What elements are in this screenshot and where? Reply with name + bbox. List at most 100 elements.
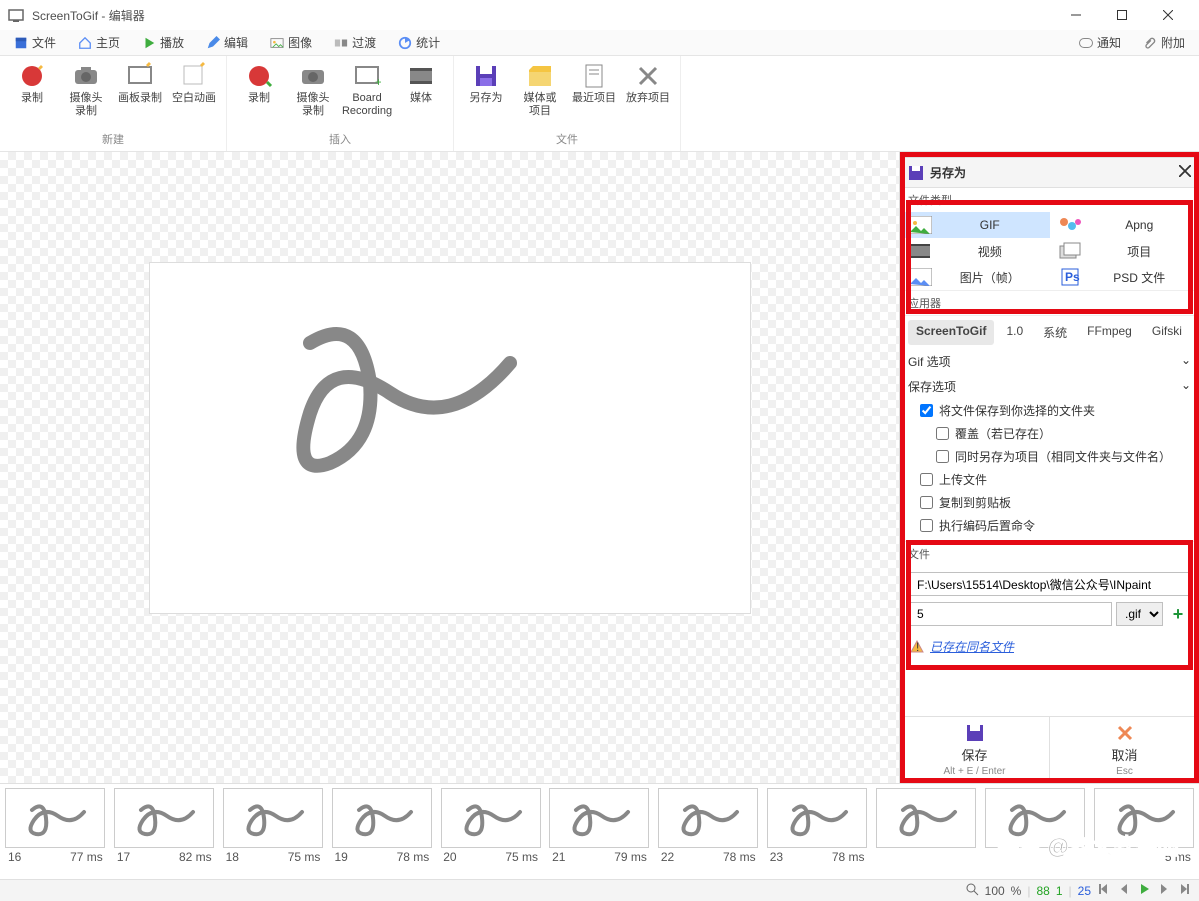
side-bottom: 保存 Alt + E / Enter 取消 Esc [900, 716, 1199, 783]
frame-item[interactable]: 2179 ms [548, 788, 651, 864]
menu-transition[interactable]: 过渡 [324, 32, 386, 53]
frames-cursor: 88 [1036, 884, 1049, 898]
close-button[interactable] [1145, 0, 1191, 30]
menu-attach[interactable]: 附加 [1133, 32, 1195, 53]
frame-item[interactable]: 2378 ms [766, 788, 869, 864]
watermark: 头条 @老大软件园 [997, 829, 1179, 861]
last-icon[interactable] [1177, 882, 1191, 899]
frame-item[interactable]: 1978 ms [330, 788, 433, 864]
filename-input[interactable] [910, 602, 1112, 626]
chk-overwrite[interactable]: 覆盖（若已存在） [900, 422, 1199, 445]
frame-item[interactable]: 2075 ms [439, 788, 542, 864]
frame-item[interactable]: 1782 ms [113, 788, 216, 864]
menu-notify[interactable]: 通知 [1069, 32, 1131, 53]
ribbon-camera-record[interactable]: 摄像头 录制 [60, 60, 112, 120]
ribbon-recent[interactable]: 最近项目 [568, 60, 620, 120]
minimize-button[interactable] [1053, 0, 1099, 30]
save-icon [908, 165, 924, 181]
tab-gifski[interactable]: Gifski [1144, 320, 1190, 345]
frame-item[interactable]: 2278 ms [657, 788, 760, 864]
filetype-apng[interactable]: Apng [1050, 212, 1199, 238]
maximize-button[interactable] [1099, 0, 1145, 30]
filetype-video[interactable]: 视频 [900, 238, 1050, 264]
ribbon-board-record[interactable]: 画板录制 [114, 60, 166, 120]
gif-options[interactable]: Gif 选项⌄ [900, 349, 1199, 374]
warning-icon: ! [910, 640, 924, 654]
frame-item[interactable]: 1875 ms [222, 788, 325, 864]
ribbon-insert-record[interactable]: 录制 [233, 60, 285, 120]
menu-file[interactable]: 文件 [4, 32, 66, 53]
ribbon: 录制 摄像头 录制 画板录制 空白动画 新建 录制 摄像头 录制 +Board … [0, 56, 1199, 152]
ext-select[interactable]: .gif [1116, 602, 1163, 626]
ribbon-discard[interactable]: 放弃项目 [622, 60, 674, 120]
tab-screentogif[interactable]: ScreenToGif [908, 320, 994, 345]
window-title: ScreenToGif - 编辑器 [32, 7, 1053, 24]
path-input[interactable] [910, 572, 1189, 596]
chk-save-project[interactable]: 同时另存为项目（相同文件夹与文件名） [900, 445, 1199, 468]
file-header: 文件 [900, 541, 1199, 566]
encoder-tabs: ScreenToGif 1.0 系统 FFmpeg Gifski [900, 315, 1199, 349]
chk-clipboard[interactable]: 复制到剪贴板 [900, 491, 1199, 514]
ribbon-media-project[interactable]: 媒体或 项目 [514, 60, 566, 120]
ribbon-insert-board[interactable]: +Board Recording [341, 60, 393, 120]
zoom-value: 100 [985, 884, 1005, 898]
menubar: 文件 主页 播放 编辑 图像 过渡 统计 通知 附加 [0, 30, 1199, 56]
titlebar: ScreenToGif - 编辑器 [0, 0, 1199, 30]
cancel-button[interactable]: 取消 Esc [1050, 717, 1199, 783]
chk-postencode[interactable]: 执行编码后置命令 [900, 514, 1199, 537]
filebox: .gif + [900, 566, 1199, 632]
chk-save-folder[interactable]: 将文件保存到你选择的文件夹 [900, 399, 1199, 422]
menu-home[interactable]: 主页 [68, 32, 130, 53]
frame-item[interactable] [875, 788, 978, 850]
ribbon-insert-media[interactable]: 媒体 [395, 60, 447, 120]
frames-sel: 1 [1056, 884, 1063, 898]
filetype-gif[interactable]: GIF [900, 212, 1050, 238]
zoom-icon[interactable] [965, 882, 979, 899]
menu-edit[interactable]: 编辑 [196, 32, 258, 53]
ribbon-group-file: 另存为 媒体或 项目 最近项目 放弃项目 文件 [454, 56, 681, 151]
svg-text:!: ! [916, 640, 919, 654]
statusbar: 100 % | 88 1 | 25 [0, 879, 1199, 901]
ribbon-group-insert: 录制 摄像头 录制 +Board Recording 媒体 插入 [227, 56, 454, 151]
filetype-psd[interactable]: PsPSD 文件 [1050, 264, 1199, 290]
frames-total: 25 [1078, 884, 1091, 898]
apps-header: 应用器 [900, 290, 1199, 315]
warning-exists: ! 已存在同名文件 [900, 632, 1199, 661]
tab-system[interactable]: 系统 [1035, 320, 1075, 345]
zoom-pct: % [1011, 884, 1022, 898]
chevron-down-icon: ⌄ [1181, 378, 1191, 395]
side-panel: ︿ 另存为 文件类型 GIF Apng 视频 项目 图片（帧） PsPSD 文件… [899, 152, 1199, 783]
save-options[interactable]: 保存选项⌄ [900, 374, 1199, 399]
filetype-header: 文件类型 [900, 188, 1199, 212]
canvas-area[interactable] [0, 152, 899, 783]
filetype-grid: GIF Apng 视频 项目 图片（帧） PsPSD 文件 [900, 212, 1199, 290]
tab-10[interactable]: 1.0 [998, 320, 1031, 345]
collapse-icon[interactable]: ︿ [1183, 152, 1193, 157]
menu-image[interactable]: 图像 [260, 32, 322, 53]
save-button[interactable]: 保存 Alt + E / Enter [900, 717, 1049, 783]
ribbon-group-new: 录制 摄像头 录制 画板录制 空白动画 新建 [0, 56, 227, 151]
menu-play[interactable]: 播放 [132, 32, 194, 53]
svg-text:+: + [375, 75, 381, 89]
ribbon-save-as[interactable]: 另存为 [460, 60, 512, 120]
filetype-project[interactable]: 项目 [1050, 238, 1199, 264]
add-button[interactable]: + [1167, 603, 1189, 625]
play-icon[interactable] [1137, 882, 1151, 899]
app-icon [8, 7, 24, 23]
tab-ffmpeg[interactable]: FFmpeg [1079, 320, 1140, 345]
prev-icon[interactable] [1117, 882, 1131, 899]
warning-link[interactable]: 已存在同名文件 [930, 638, 1014, 655]
filetype-image[interactable]: 图片（帧） [900, 264, 1050, 290]
menu-stats[interactable]: 统计 [388, 32, 450, 53]
close-panel-icon[interactable] [1179, 165, 1191, 180]
canvas [150, 263, 750, 613]
ribbon-record[interactable]: 录制 [6, 60, 58, 120]
first-icon[interactable] [1097, 882, 1111, 899]
frame-item[interactable]: 1677 ms [4, 788, 107, 864]
svg-text:Ps: Ps [1065, 270, 1080, 284]
side-header: 另存为 [900, 158, 1199, 188]
next-icon[interactable] [1157, 882, 1171, 899]
ribbon-blank-anim[interactable]: 空白动画 [168, 60, 220, 120]
chk-upload[interactable]: 上传文件 [900, 468, 1199, 491]
ribbon-insert-camera[interactable]: 摄像头 录制 [287, 60, 339, 120]
